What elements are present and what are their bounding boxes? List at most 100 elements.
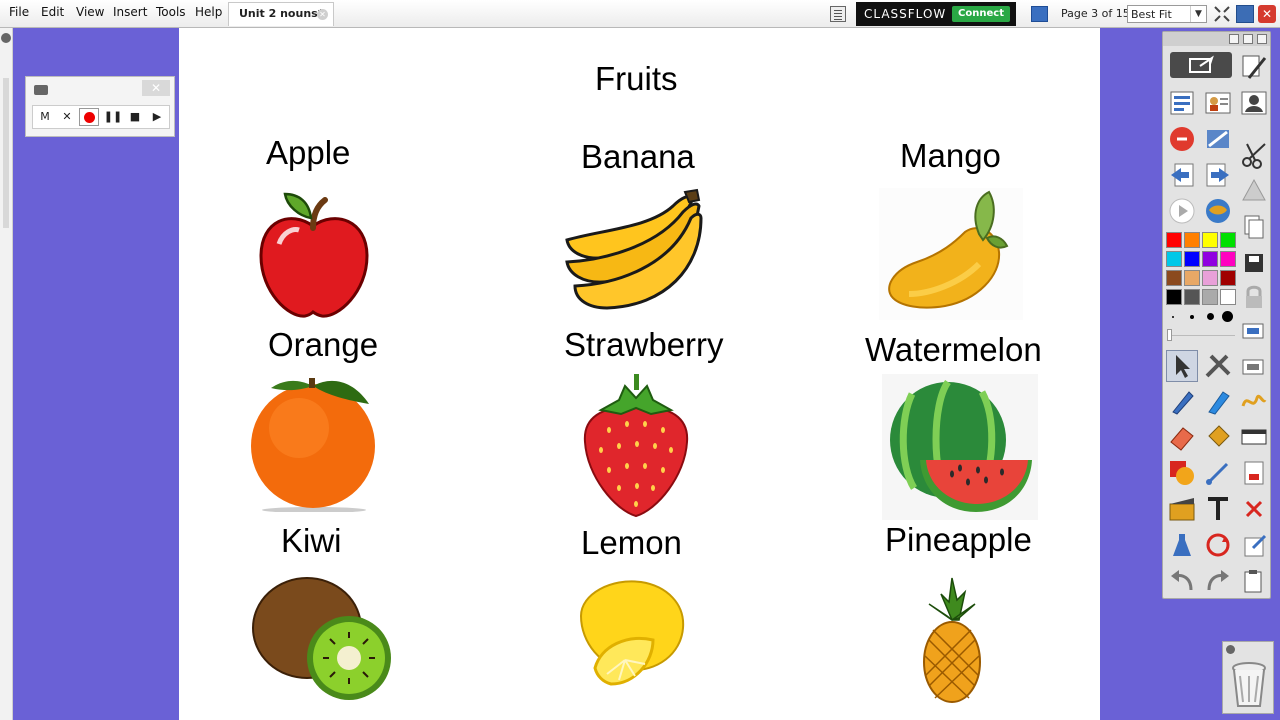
page-extend-icon[interactable] [1239,530,1269,560]
pen-size-option[interactable] [1222,311,1233,322]
recorder-close-icon[interactable]: ✕ [142,80,170,96]
recorder-mode-button[interactable]: M [35,108,55,126]
document-tab[interactable]: Unit 2 nouns* ✕ [228,2,334,26]
label-watermelon[interactable]: Watermelon [865,331,1042,369]
color-swatch[interactable] [1220,251,1236,267]
browser-icon[interactable] [1203,196,1233,226]
recorder-cancel-button[interactable]: ✕ [57,108,77,126]
kiwi-icon[interactable] [251,572,393,702]
trash-panel[interactable] [1222,641,1274,714]
menu-insert[interactable]: Insert [113,5,147,19]
delete-icon[interactable] [1239,494,1269,524]
color-swatch[interactable] [1220,289,1236,305]
redo-icon[interactable] [1203,566,1233,596]
color-swatch[interactable] [1166,289,1182,305]
pause-button[interactable]: ❚❚ [103,108,123,126]
color-swatch[interactable] [1166,270,1182,286]
eraser-icon[interactable] [1167,422,1197,452]
save-icon[interactable] [1239,248,1269,278]
close-app-icon[interactable]: ✕ [1258,5,1276,23]
stop-button[interactable]: ■ [125,108,145,126]
toolbox-header[interactable] [1163,32,1270,46]
banana-icon[interactable] [561,188,705,312]
left-collapsed-panel[interactable] [0,28,13,720]
camera-snapshot-icon[interactable] [1239,352,1269,382]
pen-size-slider[interactable] [1169,335,1235,336]
copy-icon[interactable] [1239,212,1269,242]
label-pineapple[interactable]: Pineapple [885,521,1032,559]
trash-close-icon[interactable] [1226,645,1235,654]
connector-icon[interactable] [1203,458,1233,488]
fill-icon[interactable] [1203,422,1233,452]
text-icon[interactable] [1203,494,1233,524]
page-sorter-icon[interactable] [1167,88,1197,118]
select-icon[interactable] [1166,350,1198,382]
paste-icon[interactable] [1239,566,1269,596]
scissors-icon[interactable] [1239,140,1269,170]
menu-tools[interactable]: Tools [156,5,186,19]
mango-icon[interactable] [879,188,1023,320]
insert-page-icon[interactable] [1239,458,1269,488]
panel-handle[interactable] [3,78,9,228]
flipchart-page[interactable]: Fruits Apple Banana Mango Orange Strawbe… [179,28,1100,720]
apple-icon[interactable] [255,188,371,320]
ruler-icon[interactable] [1239,422,1269,452]
menu-view[interactable]: View [76,5,104,19]
zoom-select[interactable]: Best Fit ▼ [1127,5,1207,23]
page-title[interactable]: Fruits [595,60,678,98]
slider-handle[interactable] [1167,329,1172,341]
previous-page-icon[interactable] [1167,160,1197,190]
record-button[interactable] [79,108,99,126]
color-swatch[interactable] [1220,232,1236,248]
label-lemon[interactable]: Lemon [581,524,682,562]
color-swatch[interactable] [1166,232,1182,248]
undo-icon[interactable] [1167,566,1197,596]
label-mango[interactable]: Mango [900,137,1001,175]
label-apple[interactable]: Apple [266,134,350,172]
user-icon[interactable] [1203,88,1233,118]
orange-icon[interactable] [247,370,381,512]
trash-icon[interactable] [1229,660,1269,710]
settings-icon[interactable] [1203,124,1233,154]
page-list-icon[interactable] [830,6,846,22]
menu-edit[interactable]: Edit [41,5,64,19]
share-icon[interactable] [1170,52,1232,78]
user-account-icon[interactable] [1239,88,1269,118]
fit-screen-icon[interactable] [1213,5,1231,23]
panel-pin-icon[interactable] [1,33,11,43]
color-swatch[interactable] [1220,270,1236,286]
play-button[interactable]: ▶ [147,108,167,126]
label-banana[interactable]: Banana [581,138,695,176]
color-swatch[interactable] [1202,232,1218,248]
strawberry-icon[interactable] [581,370,691,518]
tools-icon[interactable] [1203,350,1233,380]
desktop-mode-icon[interactable] [1031,6,1048,22]
color-swatch[interactable] [1184,251,1200,267]
menu-help[interactable]: Help [195,5,222,19]
watermelon-icon[interactable] [882,374,1038,520]
label-orange[interactable]: Orange [268,326,378,364]
color-swatch[interactable] [1202,270,1218,286]
screen-mode-icon[interactable] [1236,5,1254,23]
clear-icon[interactable] [1167,530,1197,560]
geometry-icon[interactable] [1239,176,1269,206]
reset-icon[interactable] [1203,530,1233,560]
color-swatch[interactable] [1202,289,1218,305]
pen-tool-icon[interactable] [1167,386,1197,416]
pen-size-option[interactable] [1207,313,1214,320]
lock-icon[interactable] [1239,282,1269,312]
connect-button[interactable]: Connect [952,6,1010,22]
label-kiwi[interactable]: Kiwi [281,522,342,560]
color-swatch[interactable] [1202,251,1218,267]
lemon-icon[interactable] [571,576,691,694]
color-swatch[interactable] [1166,251,1182,267]
video-icon[interactable] [1167,494,1197,524]
close-tab-icon[interactable]: ✕ [317,9,328,20]
chevron-down-icon[interactable]: ▼ [1190,6,1206,22]
pen-icon[interactable] [1239,52,1269,82]
pen-size-option[interactable] [1172,316,1174,318]
shape-icon[interactable] [1167,458,1197,488]
toolbox-settings-icon[interactable] [1243,34,1253,44]
label-strawberry[interactable]: Strawberry [564,326,724,364]
handwriting-icon[interactable] [1239,386,1269,416]
